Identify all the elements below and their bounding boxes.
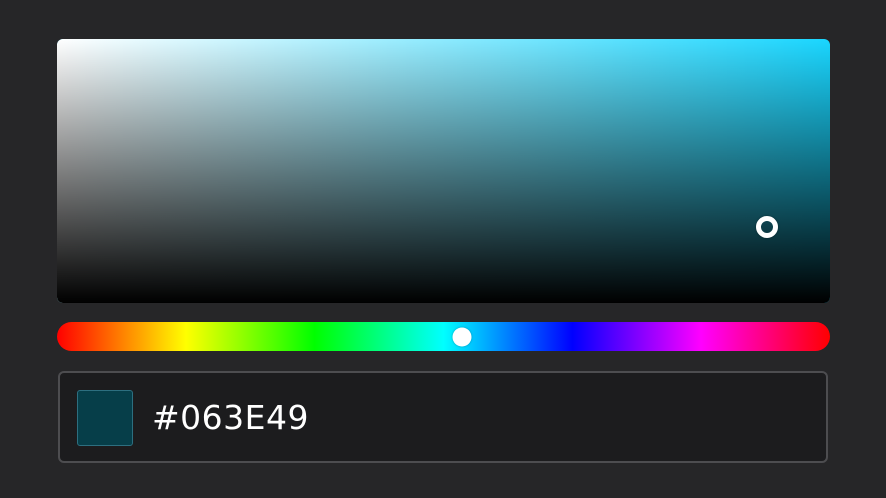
- hue-slider[interactable]: [57, 322, 830, 351]
- color-picker: #063E49: [0, 0, 886, 498]
- hex-input[interactable]: #063E49: [58, 371, 828, 463]
- hex-value[interactable]: #063E49: [152, 398, 309, 438]
- value-gradient: [57, 39, 830, 303]
- hue-slider-handle[interactable]: [452, 327, 472, 346]
- color-swatch: [77, 390, 133, 446]
- saturation-value-handle[interactable]: [755, 216, 778, 239]
- saturation-value-area[interactable]: [57, 39, 830, 303]
